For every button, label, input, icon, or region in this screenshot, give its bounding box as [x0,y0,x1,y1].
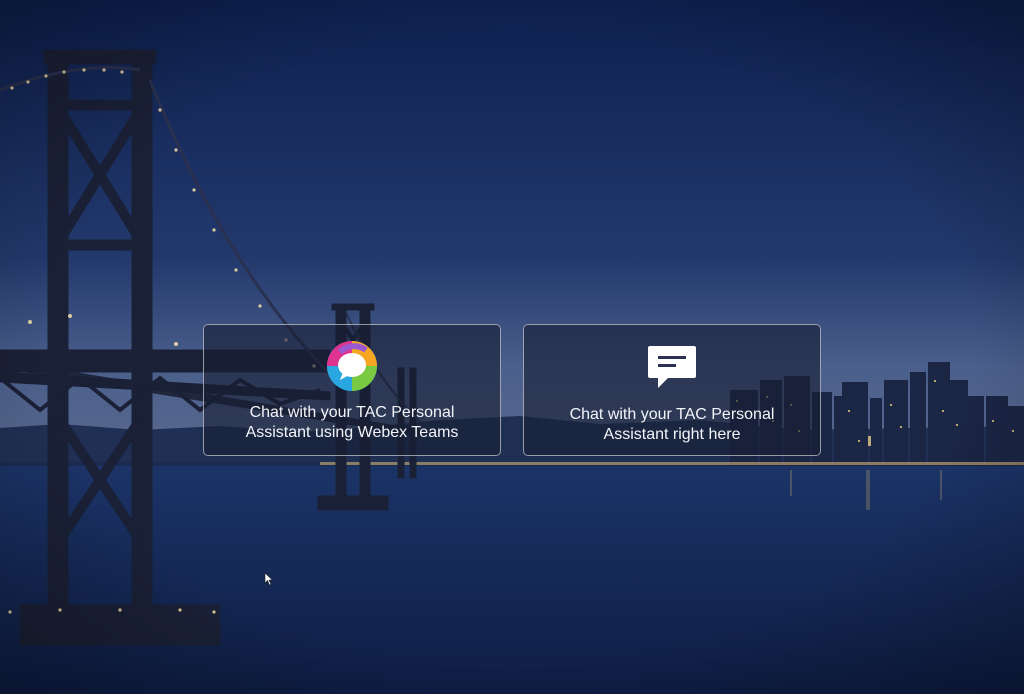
mouse-pointer-icon [264,572,274,586]
web-chat-label: Chat with your TAC Personal Assistant ri… [569,406,775,443]
webex-teams-icon [325,339,379,393]
webex-teams-chat-card[interactable]: Chat with your TAC Personal Assistant us… [203,324,501,456]
chat-options: Chat with your TAC Personal Assistant us… [0,0,1024,694]
chat-bubble-icon [645,341,699,395]
web-chat-card[interactable]: Chat with your TAC Personal Assistant ri… [523,324,821,456]
webex-teams-chat-label: Chat with your TAC Personal Assistant us… [245,404,459,441]
